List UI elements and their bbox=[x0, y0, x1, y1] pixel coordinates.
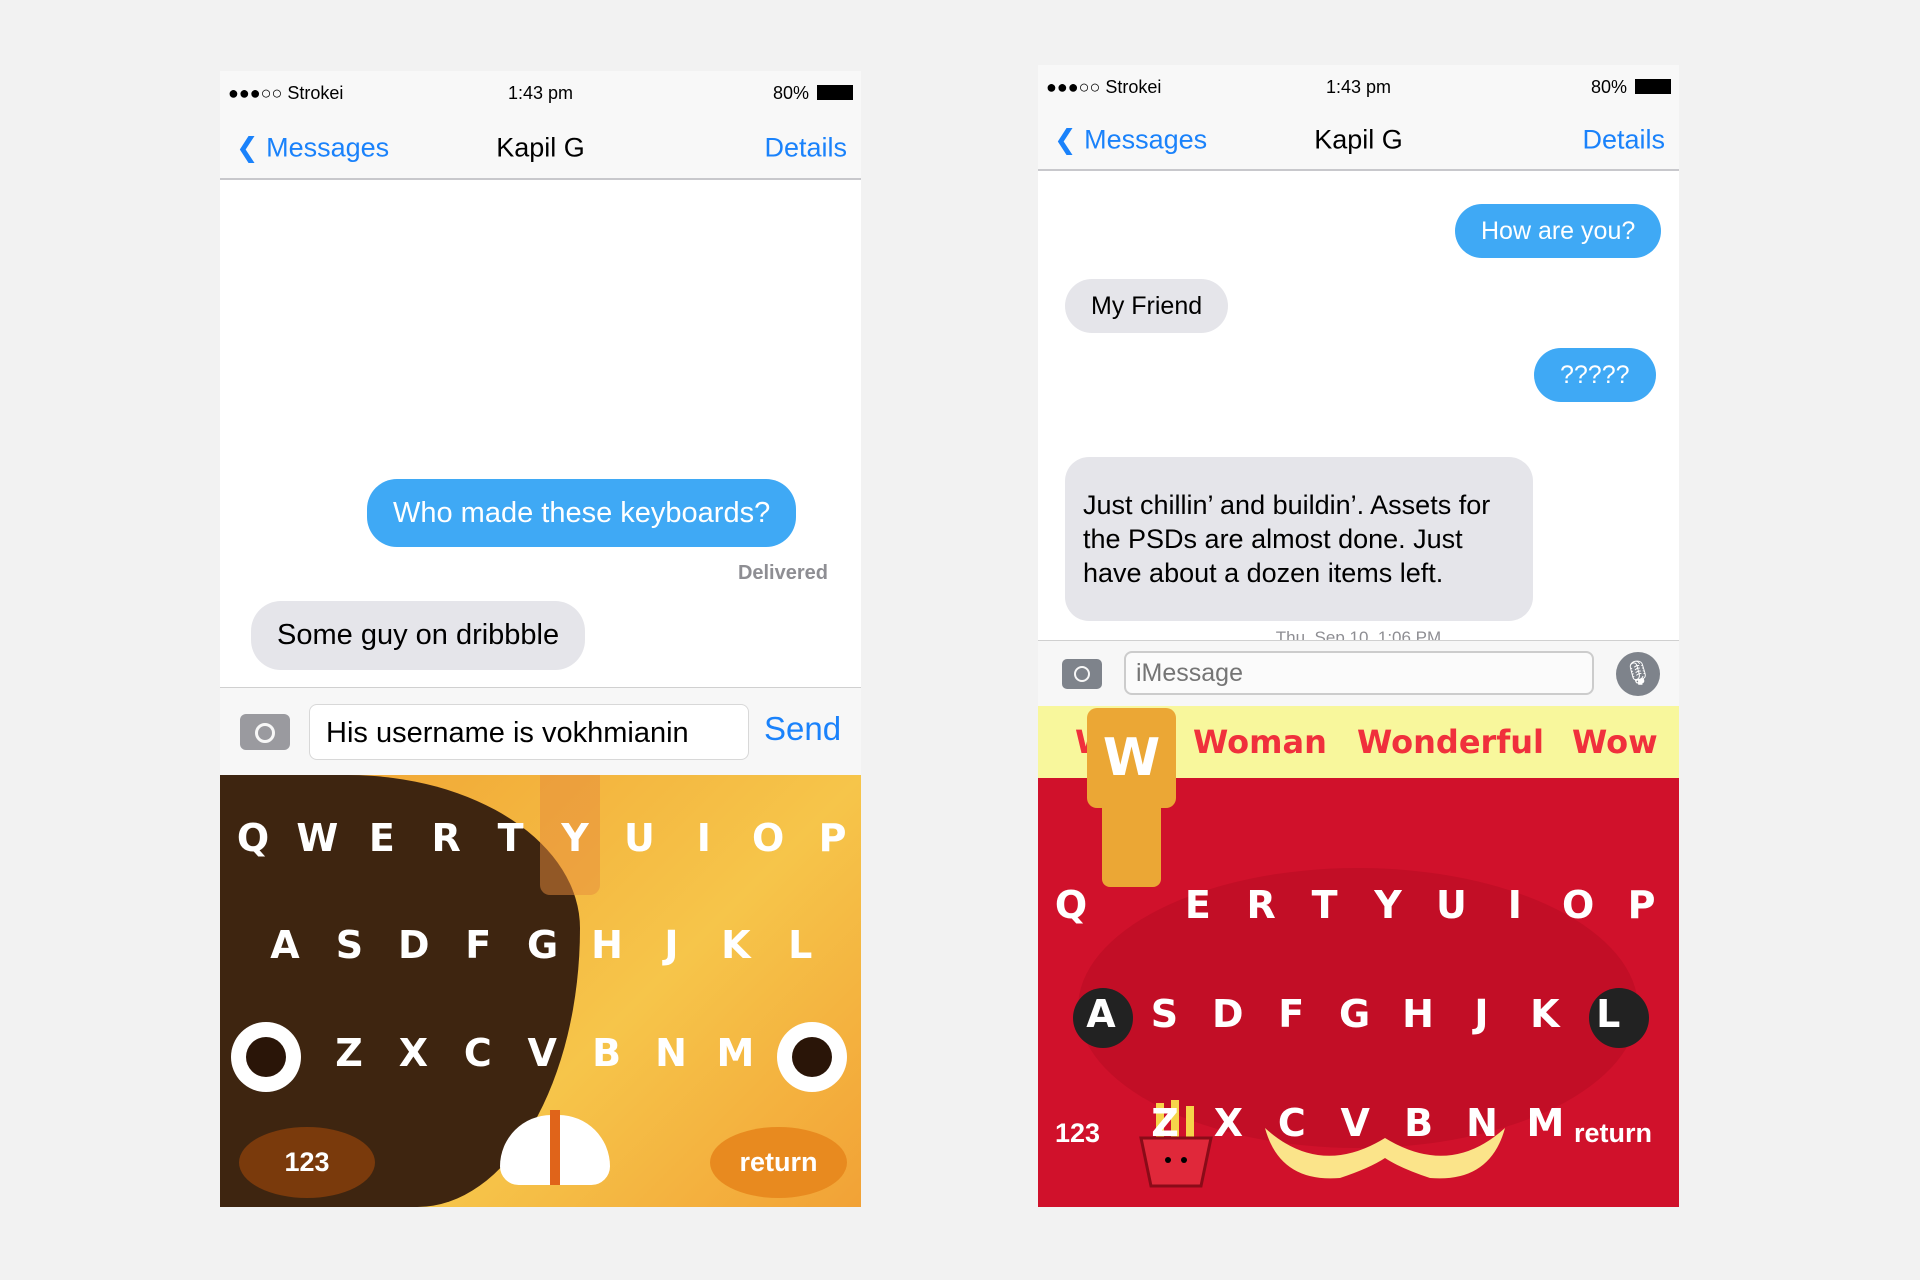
camera-icon[interactable] bbox=[1062, 659, 1102, 689]
key-k[interactable]: K bbox=[721, 923, 750, 967]
key-e[interactable]: E bbox=[369, 816, 395, 860]
key-g[interactable]: G bbox=[527, 923, 558, 967]
key-w[interactable]: W bbox=[296, 816, 338, 860]
key-b[interactable]: B bbox=[1404, 1101, 1433, 1145]
right-phone: ●●●○○ Strokei 1:43 pm 80% ❮ Messages Kap… bbox=[1038, 65, 1679, 1207]
details-button[interactable]: Details bbox=[764, 132, 847, 163]
key-y[interactable]: Y bbox=[1374, 883, 1402, 927]
suggestion-item[interactable]: Woman bbox=[1193, 723, 1327, 761]
eye-right bbox=[777, 1022, 847, 1092]
key-a[interactable]: A bbox=[1086, 992, 1115, 1036]
key-u[interactable]: U bbox=[624, 816, 655, 860]
input-bar: 🎙 bbox=[1038, 640, 1679, 706]
key-t[interactable]: T bbox=[1312, 883, 1338, 927]
key-q[interactable]: Q bbox=[1055, 883, 1087, 927]
key-h[interactable]: H bbox=[591, 923, 623, 967]
clock: 1:43 pm bbox=[507, 83, 574, 103]
key-p[interactable]: P bbox=[819, 816, 847, 860]
message-bubble-received: My Friend bbox=[1065, 279, 1229, 333]
key-v[interactable]: V bbox=[527, 1031, 556, 1075]
keyboard: 123 return Q ERTYUIOP ASDFGHJKL ZXCVBNM bbox=[1038, 778, 1679, 1207]
status-bar: ●●●○○ Strokei 1:43 pm 80% bbox=[1038, 65, 1679, 111]
key-s[interactable]: S bbox=[336, 923, 363, 967]
key-n[interactable]: N bbox=[655, 1031, 687, 1075]
details-button[interactable]: Details bbox=[1582, 125, 1665, 156]
key-i[interactable]: I bbox=[697, 816, 711, 860]
battery-percent: 80% bbox=[1590, 77, 1627, 97]
key-g[interactable]: G bbox=[1339, 992, 1370, 1036]
key-l[interactable]: L bbox=[1596, 992, 1620, 1036]
keyboard: 123 return QWERTYUIOP ASDFGHJKL ZXCVBNM bbox=[220, 775, 861, 1207]
key-l[interactable]: L bbox=[788, 923, 812, 967]
return-key[interactable]: return bbox=[1574, 1118, 1652, 1149]
key-x[interactable]: X bbox=[1214, 1101, 1243, 1145]
key-h[interactable]: H bbox=[1402, 992, 1434, 1036]
nav-bar: ❮ Messages Kapil G Details bbox=[1038, 111, 1679, 171]
battery-icon bbox=[817, 85, 853, 100]
key-r[interactable]: R bbox=[1247, 883, 1276, 927]
battery-icon bbox=[1635, 79, 1671, 94]
microphone-icon[interactable]: 🎙 bbox=[1616, 652, 1660, 696]
key-i[interactable]: I bbox=[1508, 883, 1522, 927]
clock: 1:43 pm bbox=[1325, 77, 1392, 97]
key-z[interactable]: Z bbox=[335, 1031, 363, 1075]
key-e[interactable]: E bbox=[1185, 883, 1211, 927]
imessage-input[interactable] bbox=[1124, 651, 1594, 695]
key-o[interactable]: O bbox=[1562, 883, 1594, 927]
battery-percent: 80% bbox=[772, 83, 809, 103]
key-m[interactable]: M bbox=[716, 1031, 754, 1075]
key-s[interactable]: S bbox=[1151, 992, 1178, 1036]
key-c[interactable]: C bbox=[464, 1031, 492, 1075]
input-bar: His username is vokhmianin Send bbox=[220, 687, 861, 775]
key-m[interactable]: M bbox=[1526, 1101, 1564, 1145]
key-q[interactable]: Q bbox=[237, 816, 269, 860]
send-button[interactable]: Send bbox=[764, 710, 841, 748]
return-key[interactable]: return bbox=[710, 1127, 847, 1198]
key-n[interactable]: N bbox=[1466, 1101, 1498, 1145]
key-t[interactable]: T bbox=[498, 816, 524, 860]
message-bubble-received: Just chillin’ and buildin’. Assets for t… bbox=[1065, 457, 1533, 621]
key-k[interactable]: K bbox=[1530, 992, 1559, 1036]
camera-icon[interactable] bbox=[240, 714, 290, 750]
key-d[interactable]: D bbox=[1212, 992, 1244, 1036]
suggestion-item[interactable]: Wonderful bbox=[1357, 723, 1544, 761]
suggestion-item[interactable]: Wow bbox=[1572, 723, 1658, 761]
message-bubble-sent: Who made these keyboards? bbox=[367, 479, 797, 547]
key-popup: W bbox=[1087, 708, 1176, 808]
left-phone: ●●●○○ Strokei 1:43 pm 80% ❮ Messages Kap… bbox=[220, 71, 861, 1207]
message-bubble-sent: How are you? bbox=[1455, 204, 1662, 258]
key-p[interactable]: P bbox=[1628, 883, 1656, 927]
message-bubble-received: Some guy on dribbble bbox=[251, 601, 586, 670]
key-b[interactable]: B bbox=[592, 1031, 621, 1075]
key-v[interactable]: V bbox=[1340, 1101, 1369, 1145]
key-r[interactable]: R bbox=[432, 816, 461, 860]
key-x[interactable]: X bbox=[399, 1031, 428, 1075]
key-f[interactable]: F bbox=[465, 923, 491, 967]
key-j[interactable]: J bbox=[1474, 992, 1488, 1036]
key-o[interactable]: O bbox=[752, 816, 784, 860]
key-d[interactable]: D bbox=[398, 923, 430, 967]
eye-left bbox=[231, 1022, 301, 1092]
key-a[interactable]: A bbox=[270, 923, 299, 967]
key-u[interactable]: U bbox=[1436, 883, 1467, 927]
numbers-key[interactable]: 123 bbox=[239, 1127, 375, 1198]
status-bar: ●●●○○ Strokei 1:43 pm 80% bbox=[220, 71, 861, 117]
numbers-key[interactable]: 123 bbox=[1055, 1118, 1100, 1149]
delivered-status: Delivered bbox=[737, 562, 828, 584]
key-j[interactable]: J bbox=[664, 923, 678, 967]
message-bubble-sent: ????? bbox=[1534, 348, 1656, 402]
message-input[interactable]: His username is vokhmianin bbox=[309, 704, 749, 760]
timestamp: Thu, Sep 10, 1:06 PM bbox=[1275, 628, 1442, 640]
key-f[interactable]: F bbox=[1278, 992, 1304, 1036]
key-y[interactable]: Y bbox=[561, 816, 589, 860]
key-z[interactable]: Z bbox=[1151, 1101, 1179, 1145]
nav-bar: ❮ Messages Kapil G Details bbox=[220, 117, 861, 180]
key-c[interactable]: C bbox=[1278, 1101, 1306, 1145]
